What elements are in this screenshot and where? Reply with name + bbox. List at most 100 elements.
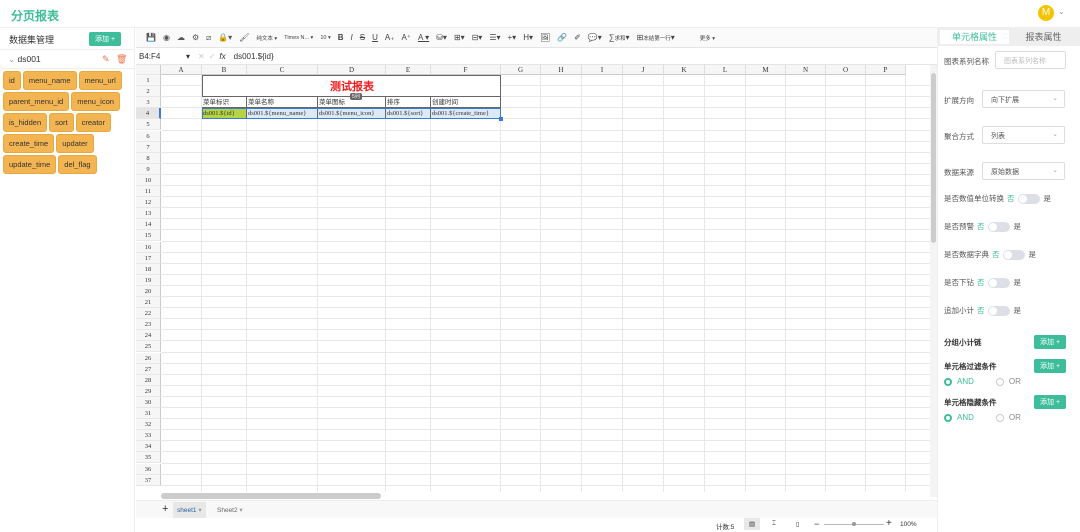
row-header[interactable]: 28 — [136, 374, 161, 386]
row-header[interactable]: 25 — [136, 341, 161, 353]
tab-report-properties[interactable]: 报表属性 — [1009, 30, 1078, 44]
row-header[interactable]: 19 — [136, 274, 161, 286]
field-chip[interactable]: parent_menu_id — [3, 92, 70, 111]
page-break-icon[interactable]: ⌶ — [772, 520, 776, 528]
data-cell[interactable]: ds001.${sort} — [386, 108, 431, 120]
link-icon[interactable]: 🔗 — [557, 33, 567, 42]
and-radio[interactable] — [944, 413, 952, 422]
header-cell[interactable]: 菜单标识 — [202, 97, 247, 109]
row-header[interactable]: 29 — [136, 385, 161, 397]
page-layout-icon[interactable]: ▯ — [796, 520, 800, 528]
field-chip[interactable]: sort — [49, 113, 74, 132]
underline-button[interactable]: U — [372, 33, 378, 42]
header-cell[interactable]: 菜单名称 — [247, 97, 318, 109]
row-header[interactable]: 11 — [136, 186, 161, 198]
data-cell[interactable]: ds001.${menu_icon} — [318, 108, 386, 120]
font-select[interactable]: Times N... ▾ — [284, 35, 313, 41]
normal-view-icon[interactable]: ▤ — [744, 518, 761, 530]
row-header[interactable]: 21 — [136, 297, 161, 309]
font-increase-icon[interactable]: A⁺ — [401, 33, 411, 42]
add-sheet-button[interactable]: + — [162, 503, 168, 515]
column-header[interactable]: F — [431, 65, 501, 75]
column-header[interactable]: P — [866, 65, 906, 75]
row-header[interactable]: 17 — [136, 252, 161, 264]
preview-icon[interactable]: ◉ — [163, 33, 170, 42]
column-header[interactable]: D — [318, 65, 386, 75]
row-header[interactable]: 32 — [136, 419, 161, 431]
italic-button[interactable]: I — [351, 33, 353, 42]
row-header[interactable]: 16 — [136, 241, 161, 253]
toggle-switch[interactable] — [1017, 194, 1040, 205]
font-color-icon[interactable]: A ▾ — [418, 33, 429, 42]
row-header[interactable]: 22 — [136, 308, 161, 320]
add-condition-button[interactable]: 添加 + — [1034, 395, 1067, 409]
delete-icon[interactable]: 🗑 — [116, 54, 127, 65]
row-header[interactable]: 33 — [136, 430, 161, 442]
column-header[interactable]: J — [623, 65, 664, 75]
header-cell[interactable]: 创建时间 — [431, 97, 501, 109]
row-header[interactable]: 3 — [136, 97, 161, 109]
format-painter-icon[interactable]: 🖌 — [239, 33, 249, 42]
row-header[interactable]: 4 — [136, 108, 161, 120]
row-header[interactable]: 13 — [136, 208, 161, 220]
row-header[interactable]: 27 — [136, 363, 161, 375]
or-radio[interactable] — [995, 377, 1004, 386]
row-header[interactable]: 7 — [136, 141, 161, 153]
image-icon[interactable]: 🖼 — [540, 33, 550, 42]
merge-icon[interactable]: ⊟▾ — [472, 33, 483, 42]
column-header[interactable]: I — [582, 65, 623, 75]
column-header[interactable]: K — [664, 65, 705, 75]
toggle-switch[interactable] — [1002, 250, 1025, 261]
property-select[interactable]: 向下扩展 ⌄ — [982, 90, 1065, 108]
freeze-button[interactable]: ⊞冻结第一行▾ — [637, 33, 675, 42]
row-header[interactable]: 35 — [136, 452, 161, 464]
property-select[interactable]: 列表 ⌄ — [982, 126, 1065, 144]
zoom-slider-handle[interactable] — [852, 522, 856, 526]
column-header[interactable]: E — [386, 65, 431, 75]
align-icon[interactable]: ☰▾ — [489, 33, 500, 42]
vertical-scrollbar[interactable] — [930, 65, 937, 497]
column-header[interactable]: B — [202, 65, 247, 75]
chart-icon[interactable]: ✐ — [574, 33, 581, 42]
fill-color-icon[interactable]: ⛁▾ — [436, 33, 447, 42]
field-chip[interactable]: is_hidden — [3, 113, 48, 132]
comment-icon[interactable]: 💬▾ — [588, 33, 602, 42]
fill-handle[interactable] — [499, 117, 503, 122]
settings-icon[interactable]: ⚙ — [192, 33, 199, 42]
column-header[interactable]: O — [826, 65, 866, 75]
or-radio[interactable] — [995, 413, 1004, 422]
sheet-tab[interactable]: sheet1 ▾ — [173, 502, 206, 518]
field-chip[interactable]: create_time — [3, 134, 55, 153]
add-condition-button[interactable]: 添加 + — [1034, 335, 1067, 349]
horizontal-scrollbar[interactable] — [136, 492, 930, 500]
field-chip[interactable]: menu_name — [22, 71, 77, 90]
row-header[interactable]: 9 — [136, 163, 161, 175]
field-chip[interactable]: creator — [75, 113, 111, 132]
row-header[interactable]: 6 — [136, 130, 161, 142]
row-header[interactable]: 12 — [136, 197, 161, 209]
row-header[interactable]: 24 — [136, 330, 161, 342]
lock-icon[interactable]: 🔒▾ — [218, 33, 232, 42]
toggle-switch[interactable] — [987, 222, 1010, 233]
field-chip[interactable]: updater — [56, 134, 94, 153]
row-header[interactable]: 20 — [136, 285, 161, 297]
row-header[interactable]: 2 — [136, 86, 161, 98]
series-name-input[interactable]: 图表系列名称 — [995, 51, 1066, 69]
avatar[interactable]: M — [1038, 5, 1054, 21]
row-header[interactable]: 1 — [136, 75, 161, 87]
dataset-item[interactable]: ⌄ ds001 — [8, 54, 41, 65]
bold-button[interactable]: B — [338, 33, 344, 42]
more-button[interactable]: 更多 ▾ — [700, 34, 715, 42]
toggle-switch[interactable] — [987, 278, 1010, 289]
row-header[interactable]: 18 — [136, 263, 161, 275]
column-header[interactable]: H — [541, 65, 582, 75]
upload-icon[interactable]: ☁ — [177, 33, 185, 42]
row-header[interactable]: 15 — [136, 230, 161, 242]
row-header[interactable]: 26 — [136, 352, 161, 364]
row-header[interactable]: 8 — [136, 152, 161, 164]
field-chip[interactable]: update_time — [3, 155, 57, 174]
header-cell[interactable]: 排序 — [386, 97, 431, 109]
row-header[interactable]: 31 — [136, 408, 161, 420]
row-header[interactable]: 5 — [136, 119, 161, 131]
row-header[interactable]: 37 — [136, 474, 161, 486]
